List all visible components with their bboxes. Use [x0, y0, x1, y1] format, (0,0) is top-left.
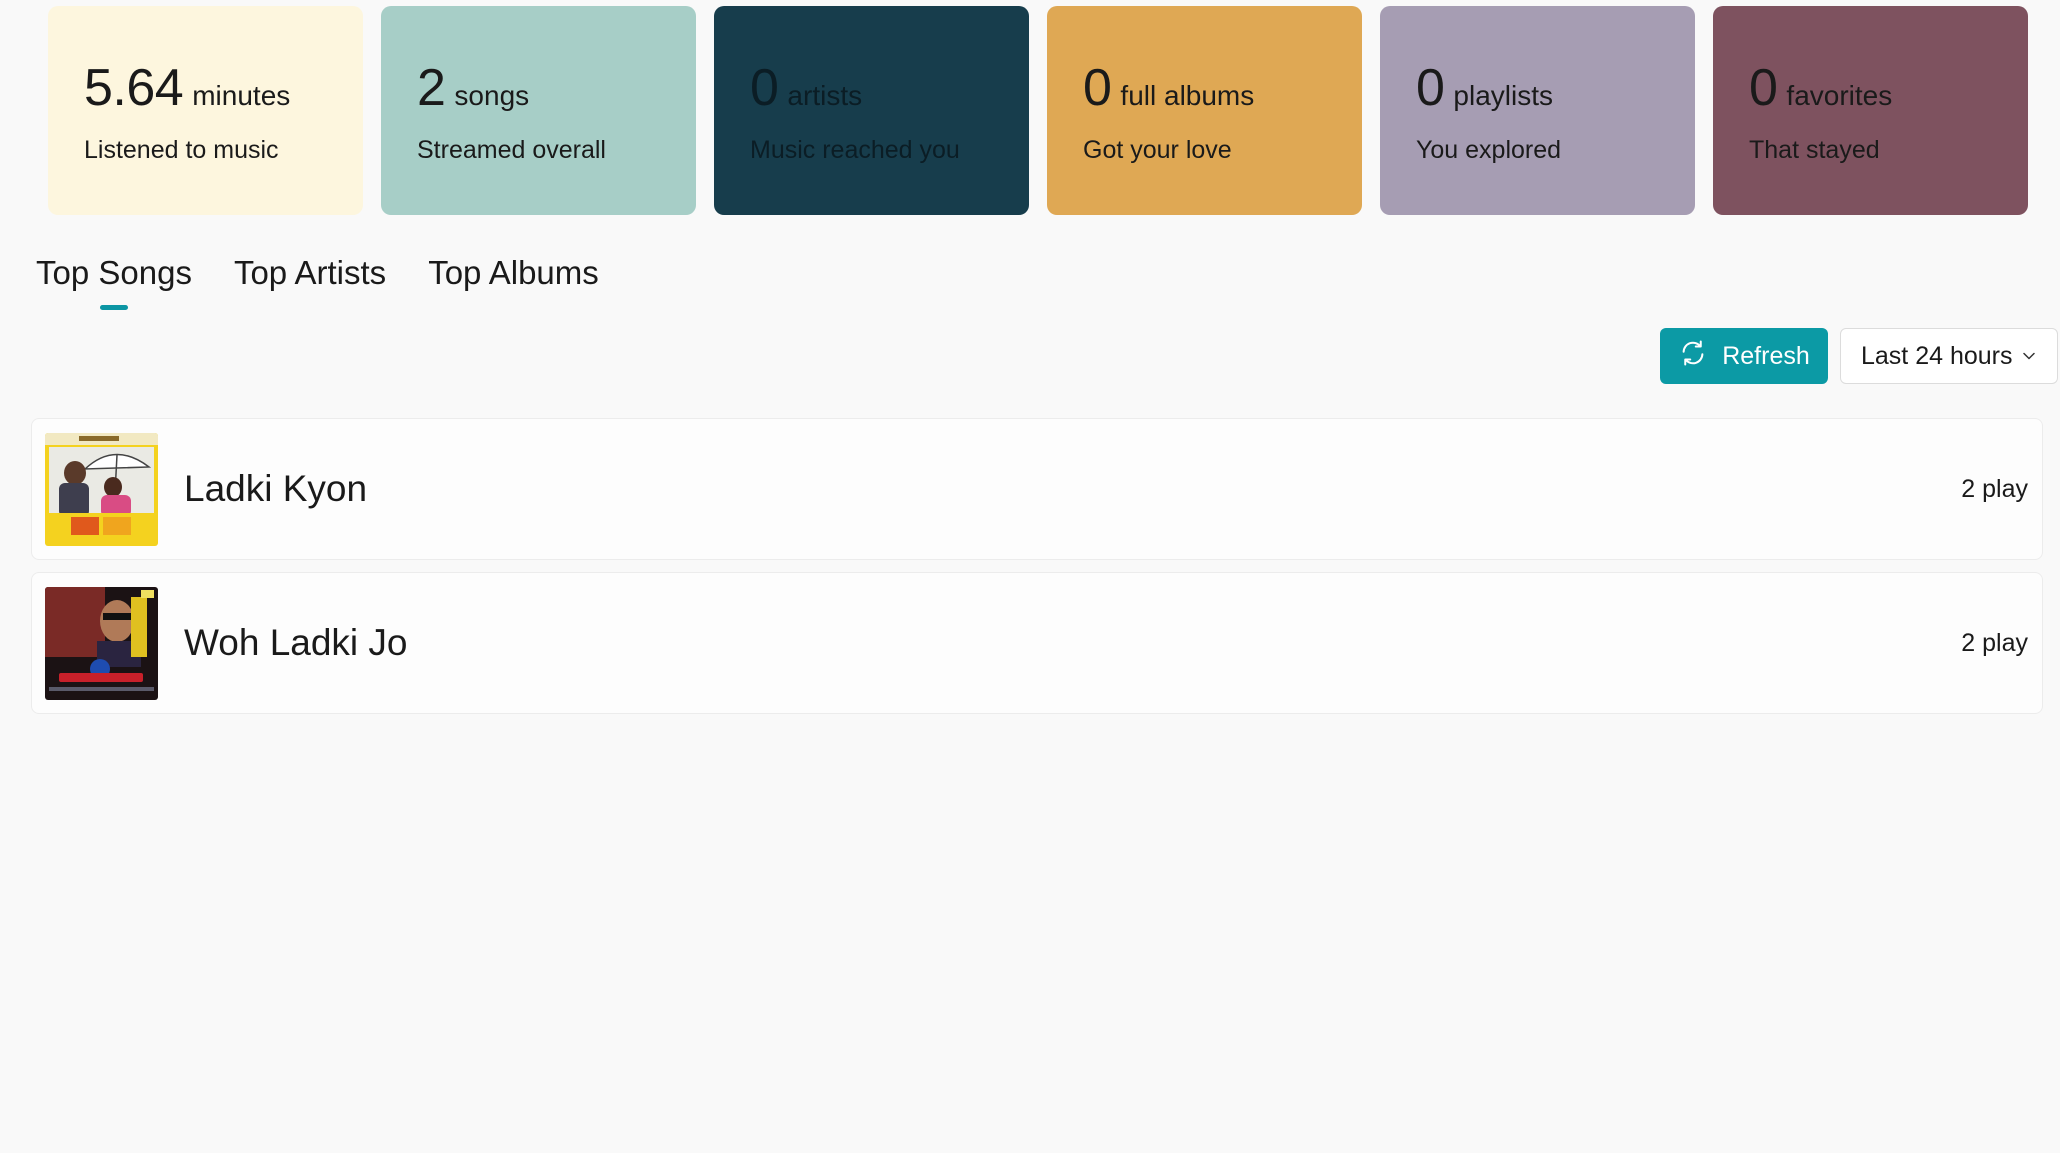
album-cover-icon [45, 586, 158, 700]
tab-label: Top Artists [233, 254, 387, 291]
stat-card-artists: 0 artists Music reached you [714, 6, 1029, 215]
stat-value: 0 [750, 59, 779, 117]
stat-unit: favorites [1786, 80, 1893, 111]
stat-caption: That stayed [1749, 136, 1880, 164]
chevron-down-icon [2021, 342, 2037, 371]
stat-caption: You explored [1416, 136, 1562, 164]
stat-caption: Got your love [1083, 136, 1232, 164]
stat-caption: Listened to music [84, 136, 279, 164]
stat-caption: Streamed overall [417, 136, 606, 164]
song-list: Ladki Kyon 2 play Woh Ladki Jo 2 play [31, 418, 2043, 726]
tab-label: Top Songs [36, 254, 192, 291]
stat-caption: Music reached you [750, 136, 960, 164]
stat-value: 2 [417, 59, 446, 117]
stat-unit: playlists [1453, 80, 1554, 111]
refresh-button[interactable]: Refresh [1660, 328, 1828, 384]
stat-card-albums: 0 full albums Got your love [1047, 6, 1362, 215]
stat-unit: artists [787, 80, 863, 111]
stat-card-minutes: 5.64 minutes Listened to music [48, 6, 363, 215]
album-cover-icon [45, 432, 158, 546]
refresh-label: Refresh [1722, 341, 1810, 370]
tab-top-songs[interactable]: Top Songs [36, 254, 192, 310]
song-title: Ladki Kyon [184, 468, 368, 509]
stat-unit: songs [454, 80, 530, 111]
stats-row: 5.64 minutes Listened to music 2 songs S… [48, 6, 2028, 215]
stat-value: 5.64 [84, 59, 184, 117]
stat-top: 0 artists [750, 62, 1029, 114]
tab-bar: Top Songs Top Artists Top Albums [36, 254, 599, 310]
stat-card-songs: 2 songs Streamed overall [381, 6, 696, 215]
song-play-count: 2 play [1961, 628, 2028, 657]
stat-top: 5.64 minutes [84, 62, 363, 114]
tab-top-artists[interactable]: Top Artists [234, 254, 386, 310]
stat-card-favorites: 0 favorites That stayed [1713, 6, 2028, 215]
stat-value: 0 [1416, 59, 1445, 117]
stat-top: 0 playlists [1416, 62, 1695, 114]
song-title: Woh Ladki Jo [184, 622, 408, 663]
stat-unit: full albums [1120, 80, 1255, 111]
toolbar: Refresh Last 24 hours [1660, 328, 2058, 384]
stat-top: 2 songs [417, 62, 696, 114]
time-range-select[interactable]: Last 24 hours [1840, 328, 2058, 384]
stat-value: 0 [1083, 59, 1112, 117]
refresh-icon [1678, 338, 1708, 375]
tab-top-albums[interactable]: Top Albums [428, 254, 599, 310]
song-play-count: 2 play [1961, 474, 2028, 503]
stat-card-playlists: 0 playlists You explored [1380, 6, 1695, 215]
stat-value: 0 [1749, 59, 1778, 117]
stat-top: 0 favorites [1749, 62, 2028, 114]
stat-top: 0 full albums [1083, 62, 1362, 114]
tab-label: Top Albums [428, 254, 599, 291]
song-row[interactable]: Ladki Kyon 2 play [31, 418, 2043, 560]
song-row[interactable]: Woh Ladki Jo 2 play [31, 572, 2043, 714]
stat-unit: minutes [192, 80, 291, 111]
time-range-value: Last 24 hours [1861, 341, 2013, 370]
active-tab-indicator [99, 305, 128, 310]
